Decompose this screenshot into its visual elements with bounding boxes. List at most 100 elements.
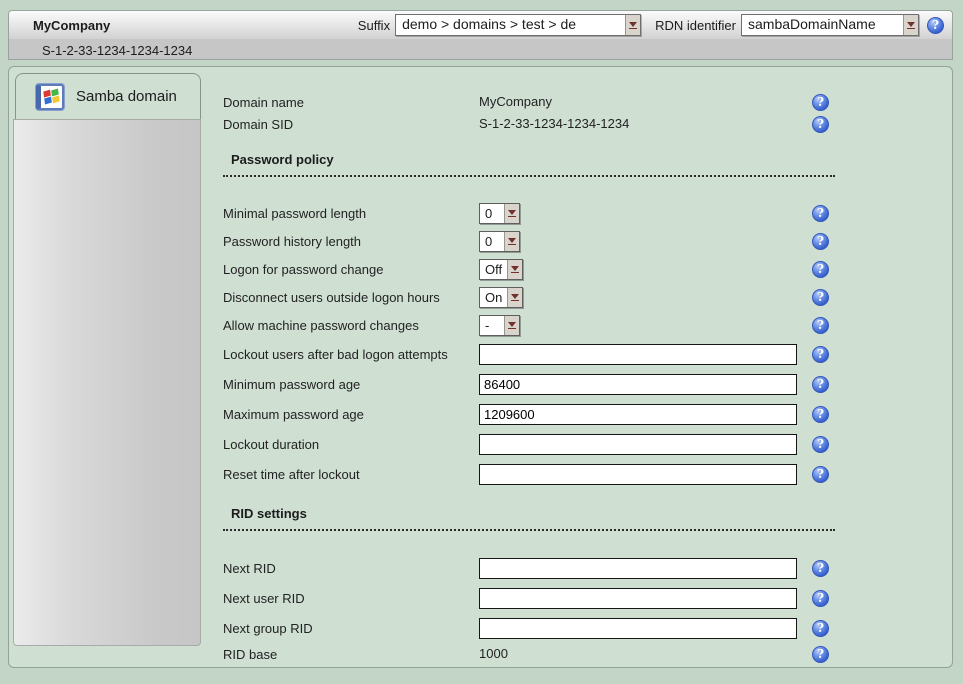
- suffix-select[interactable]: demo > domains > test > de: [395, 14, 641, 36]
- field-control: On: [479, 287, 804, 308]
- field-label: Next RID: [223, 561, 479, 576]
- field-label: Disconnect users outside logon hours: [223, 290, 479, 305]
- field-control: [479, 464, 804, 485]
- reset-time-after-lockout-input[interactable]: [479, 464, 797, 485]
- chevron-down-icon[interactable]: [903, 15, 918, 35]
- page-title: MyCompany: [33, 18, 110, 33]
- rdn-selected-value: sambaDomainName: [742, 15, 903, 35]
- dropdown-value: On: [480, 288, 507, 307]
- form-row: Minimum password age?: [223, 369, 835, 399]
- form-row: Password history length0?: [223, 227, 835, 255]
- help-icon[interactable]: ?: [812, 406, 829, 423]
- minimum-password-age-input[interactable]: [479, 374, 797, 395]
- field-control: [479, 344, 804, 365]
- form-row: Lockout users after bad logon attempts?: [223, 339, 835, 369]
- field-label: Maximum password age: [223, 407, 479, 422]
- suffix-selected-value: demo > domains > test > de: [396, 15, 625, 35]
- form-row: Next user RID?: [223, 583, 835, 613]
- suffix-label: Suffix: [358, 18, 390, 33]
- help-icon[interactable]: ?: [812, 646, 829, 663]
- help-icon[interactable]: ?: [812, 94, 829, 111]
- help-icon[interactable]: ?: [812, 560, 829, 577]
- chevron-down-icon[interactable]: [504, 232, 519, 251]
- next-rid-input[interactable]: [479, 558, 797, 579]
- form-row: RID base1000?: [223, 643, 835, 665]
- form-row: Disconnect users outside logon hoursOn?: [223, 283, 835, 311]
- next-user-rid-input[interactable]: [479, 588, 797, 609]
- title-bar: MyCompany Suffix demo > domains > test >…: [8, 10, 953, 60]
- field-control: S-1-2-33-1234-1234-1234: [479, 115, 804, 133]
- chevron-down-icon[interactable]: [507, 260, 522, 279]
- field-value: S-1-2-33-1234-1234-1234: [479, 116, 629, 131]
- maximum-password-age-input[interactable]: [479, 404, 797, 425]
- title-bar-row-sid: S-1-2-33-1234-1234-1234: [9, 39, 952, 60]
- field-label: Allow machine password changes: [223, 318, 479, 333]
- help-icon[interactable]: ?: [927, 17, 944, 34]
- dropdown-value: 0: [480, 232, 504, 251]
- help-icon[interactable]: ?: [812, 436, 829, 453]
- field-control: [479, 618, 804, 639]
- form-row: Minimal password length0?: [223, 199, 835, 227]
- rdn-identifier-select[interactable]: sambaDomainName: [741, 14, 919, 36]
- field-label: Next group RID: [223, 621, 479, 636]
- form-row: Next group RID?: [223, 613, 835, 643]
- field-control: -: [479, 315, 804, 336]
- field-control: Off: [479, 259, 804, 280]
- field-label: Minimum password age: [223, 377, 479, 392]
- allow-machine-password-changes-select[interactable]: -: [479, 315, 520, 336]
- field-label: Reset time after lockout: [223, 467, 479, 482]
- help-icon[interactable]: ?: [812, 233, 829, 250]
- tab-label: Samba domain: [76, 88, 177, 105]
- chevron-down-icon[interactable]: [504, 204, 519, 223]
- field-label: Domain SID: [223, 117, 479, 132]
- lockout-duration-input[interactable]: [479, 434, 797, 455]
- rdn-identifier-label: RDN identifier: [655, 18, 736, 33]
- field-control: [479, 404, 804, 425]
- domain-sid-subtitle: S-1-2-33-1234-1234-1234: [42, 43, 192, 58]
- help-icon[interactable]: ?: [812, 346, 829, 363]
- chevron-down-icon[interactable]: [504, 316, 519, 335]
- main-panel: Samba domain Domain nameMyCompany?Domain…: [8, 66, 953, 668]
- next-group-rid-input[interactable]: [479, 618, 797, 639]
- sidebar-panel: [13, 119, 201, 646]
- field-control: [479, 374, 804, 395]
- form-row: Reset time after lockout?: [223, 459, 835, 489]
- field-control: MyCompany: [479, 93, 804, 111]
- field-label: RID base: [223, 647, 479, 662]
- form-row: Domain SIDS-1-2-33-1234-1234-1234?: [223, 113, 835, 135]
- form-row: Domain nameMyCompany?: [223, 91, 835, 113]
- help-icon[interactable]: ?: [812, 116, 829, 133]
- help-icon[interactable]: ?: [812, 590, 829, 607]
- dropdown-value: Off: [480, 260, 507, 279]
- field-value: MyCompany: [479, 94, 552, 109]
- help-icon[interactable]: ?: [812, 466, 829, 483]
- field-label: Logon for password change: [223, 262, 479, 277]
- help-icon[interactable]: ?: [812, 317, 829, 334]
- form-row: Maximum password age?: [223, 399, 835, 429]
- windows-flag: [43, 89, 60, 104]
- help-icon[interactable]: ?: [812, 620, 829, 637]
- help-icon[interactable]: ?: [812, 261, 829, 278]
- form-rows: Domain nameMyCompany?Domain SIDS-1-2-33-…: [223, 91, 835, 665]
- tab-samba-domain[interactable]: Samba domain: [15, 73, 201, 119]
- password-history-length-select[interactable]: 0: [479, 231, 520, 252]
- logon-for-password-change-select[interactable]: Off: [479, 259, 523, 280]
- chevron-down-icon[interactable]: [625, 15, 640, 35]
- field-control: 0: [479, 231, 804, 252]
- section-header: RID settings: [223, 505, 835, 531]
- disconnect-users-outside-logon-hours-select[interactable]: On: [479, 287, 523, 308]
- help-icon[interactable]: ?: [812, 376, 829, 393]
- chevron-down-icon[interactable]: [507, 288, 522, 307]
- field-control: 0: [479, 203, 804, 224]
- help-icon[interactable]: ?: [812, 289, 829, 306]
- help-icon[interactable]: ?: [812, 205, 829, 222]
- windows-logo-icon: [36, 84, 64, 110]
- field-value: 1000: [479, 646, 508, 661]
- field-label: Minimal password length: [223, 206, 479, 221]
- minimal-password-length-select[interactable]: 0: [479, 203, 520, 224]
- lockout-users-after-bad-logon-attempts-input[interactable]: [479, 344, 797, 365]
- section-title: Password policy: [223, 152, 334, 167]
- title-bar-row-main: MyCompany Suffix demo > domains > test >…: [9, 11, 952, 39]
- field-label: Next user RID: [223, 591, 479, 606]
- field-control: [479, 434, 804, 455]
